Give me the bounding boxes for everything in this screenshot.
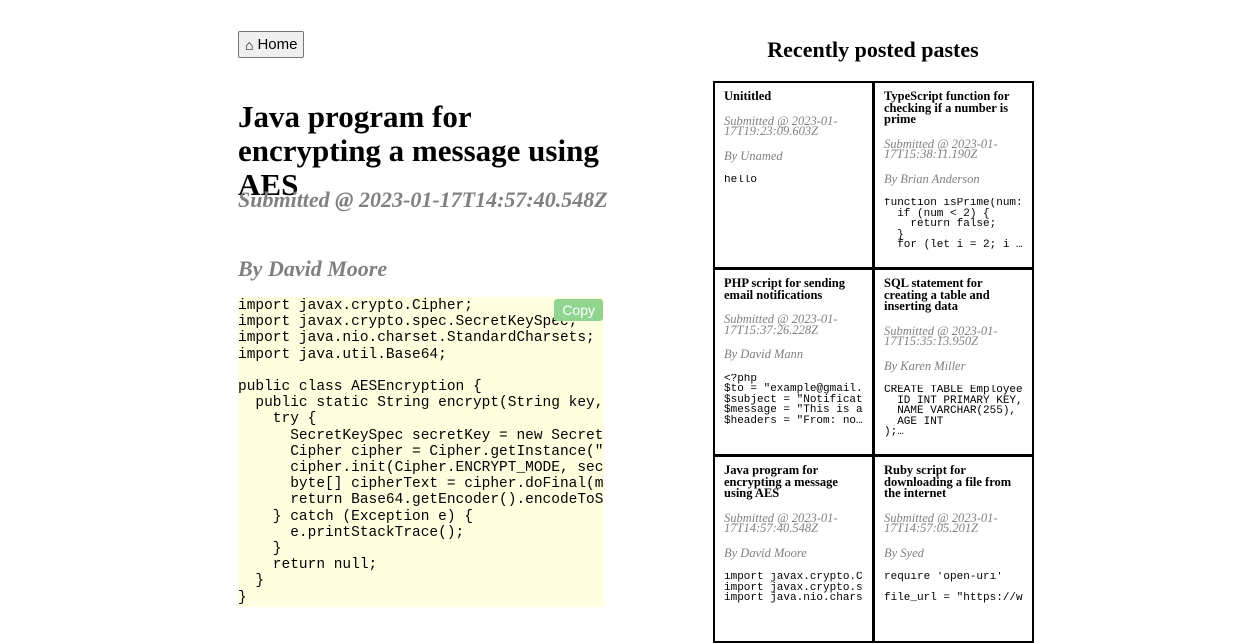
paste-card[interactable]: PHP script for sending email notificatio…: [713, 268, 874, 456]
card-submitted-date: Submitted @ 2023-01-17T19:23:09.603Z: [724, 113, 838, 138]
paste-card[interactable]: Java program for encrypting a message us…: [713, 455, 874, 643]
copy-button[interactable]: Copy: [554, 299, 603, 321]
home-icon: ⌂: [245, 36, 254, 53]
card-author: By Unamed: [724, 148, 783, 163]
card-title: SQL statement for creating a table and i…: [884, 276, 990, 313]
recent-pastes-grid: Unititled Submitted @ 2023-01-17T19:23:0…: [713, 81, 1034, 643]
card-author: By Syed: [884, 545, 924, 560]
card-author: By David Mann: [724, 347, 804, 361]
home-button-label: Home: [257, 36, 298, 53]
card-title: Unititled: [724, 89, 772, 103]
card-code-preview: hello: [724, 175, 758, 186]
paste-author: By David Moore: [238, 256, 388, 281]
card-author: By David Moore: [724, 545, 807, 560]
card-submitted-date: Submitted @ 2023-01-17T14:57:40.548Z: [724, 510, 838, 535]
card-title: Ruby script for downloading a file from …: [884, 463, 1012, 500]
card-submitted-date: Submitted @ 2023-01-17T15:37:26.228Z: [724, 312, 838, 337]
card-submitted-date: Submitted @ 2023-01-17T14:57:05.201Z: [884, 510, 998, 535]
home-button[interactable]: ⌂ Home: [238, 31, 305, 58]
card-submitted-date: Submitted @ 2023-01-17T15:38:11.190Z: [884, 136, 998, 161]
paste-card[interactable]: Unititled Submitted @ 2023-01-17T19:23:0…: [713, 81, 874, 269]
recent-pastes-heading: Recently posted pastes: [767, 37, 979, 62]
card-author: By Brian Anderson: [884, 171, 980, 186]
code-block[interactable]: import javax.crypto.Cipher; import javax…: [238, 297, 604, 607]
paste-card[interactable]: SQL statement for creating a table and i…: [873, 268, 1034, 456]
paste-card[interactable]: TypeScript function for checking if a nu…: [873, 81, 1034, 269]
code-content[interactable]: import javax.crypto.Cipher; import javax…: [238, 297, 604, 606]
paste-card[interactable]: Ruby script for downloading a file from …: [873, 455, 1034, 643]
card-code-preview: CREATE TABLE Employee ID INT PRIMARY KEY…: [884, 385, 1023, 438]
paste-submitted-date: Submitted @ 2023-01-17T14:57:40.548Z: [238, 187, 608, 212]
card-title: PHP script for sending email notificatio…: [724, 276, 845, 302]
card-title: Java program for encrypting a message us…: [724, 463, 838, 500]
card-title: TypeScript function for checking if a nu…: [884, 89, 1010, 126]
card-code-preview: <?php $to = "example@gmail. $subject = "…: [724, 373, 863, 426]
card-submitted-date: Submitted @ 2023-01-17T15:35:13.950Z: [884, 323, 998, 348]
card-code-preview: function isPrime(num: if (num < 2) { ret…: [884, 198, 1023, 251]
card-author: By Karen Miller: [884, 358, 966, 373]
